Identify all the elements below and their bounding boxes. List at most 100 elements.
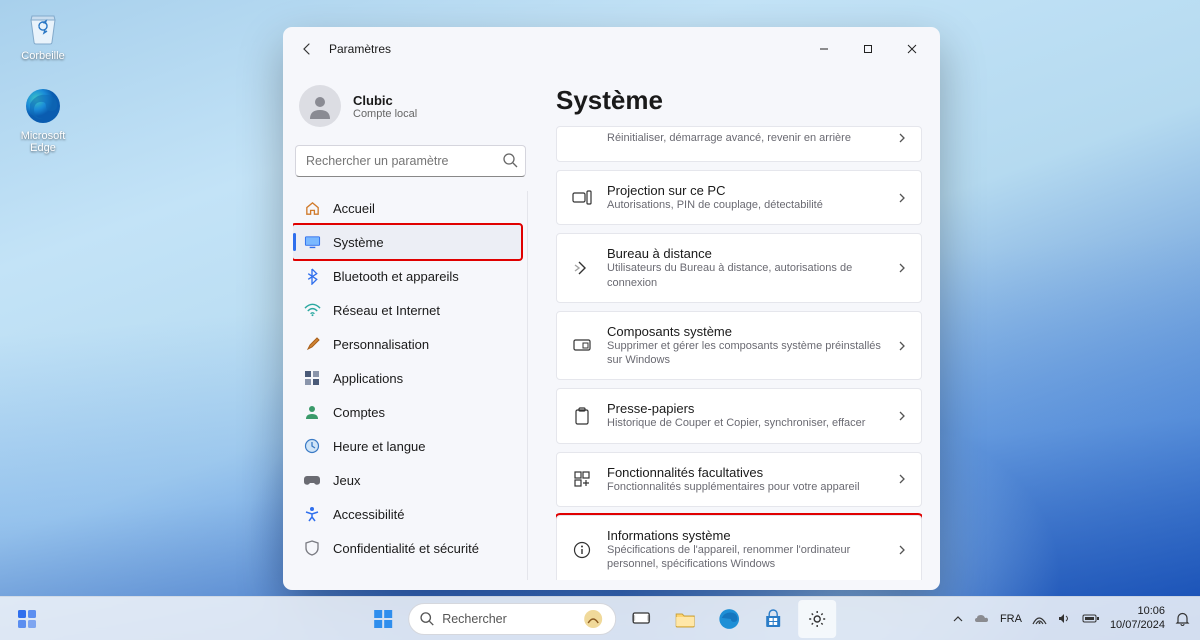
settings-card-project[interactable]: Projection sur ce PCAutorisations, PIN d… bbox=[556, 170, 922, 225]
nav-item-home[interactable]: Accueil bbox=[293, 191, 521, 225]
nav-item-label: Jeux bbox=[333, 473, 360, 488]
taskbar: Rechercher FRA 10:06 10/07/2024 bbox=[0, 596, 1200, 640]
recycle-bin-icon bbox=[23, 6, 63, 46]
apps-icon bbox=[303, 369, 321, 387]
tray-network-icon[interactable] bbox=[1032, 612, 1047, 625]
chevron-right-icon bbox=[897, 409, 907, 423]
wifi-icon bbox=[303, 301, 321, 319]
minimize-button[interactable] bbox=[802, 33, 846, 65]
tray-date: 10/07/2024 bbox=[1110, 619, 1165, 632]
chevron-right-icon bbox=[897, 339, 907, 353]
settings-card-clipboard[interactable]: Presse-papiersHistorique de Couper et Co… bbox=[556, 388, 922, 443]
optional-icon bbox=[571, 468, 593, 490]
nav-item-accessibility[interactable]: Accessibilité bbox=[293, 497, 521, 531]
chevron-right-icon bbox=[897, 472, 907, 486]
nav-item-label: Accueil bbox=[333, 201, 375, 216]
games-icon bbox=[303, 471, 321, 489]
chevron-right-icon bbox=[897, 543, 907, 557]
card-title: Informations système bbox=[607, 528, 883, 543]
nav-item-brush[interactable]: Personnalisation bbox=[293, 327, 521, 361]
bluetooth-icon bbox=[303, 267, 321, 285]
settings-card-remote[interactable]: Bureau à distanceUtilisateurs du Bureau … bbox=[556, 233, 922, 303]
user-account-row[interactable]: Clubic Compte local bbox=[293, 79, 528, 141]
info-icon bbox=[571, 539, 593, 561]
explorer-button[interactable] bbox=[666, 600, 704, 638]
account-icon bbox=[303, 403, 321, 421]
task-view-button[interactable] bbox=[622, 600, 660, 638]
nav-item-games[interactable]: Jeux bbox=[293, 463, 521, 497]
user-name: Clubic bbox=[353, 93, 417, 108]
main-content: Système Réinitialiser, démarrage avancé,… bbox=[538, 71, 940, 590]
search-input[interactable] bbox=[295, 145, 526, 177]
tray-volume-icon[interactable] bbox=[1057, 612, 1072, 625]
close-button[interactable] bbox=[890, 33, 934, 65]
nav-item-label: Comptes bbox=[333, 405, 385, 420]
page-title: Système bbox=[556, 71, 922, 126]
widgets-button[interactable] bbox=[10, 602, 44, 636]
nav-item-label: Bluetooth et appareils bbox=[333, 269, 459, 284]
taskbar-search[interactable]: Rechercher bbox=[408, 603, 616, 635]
settings-card-recovery[interactable]: Réinitialiser, démarrage avancé, revenir… bbox=[556, 126, 922, 162]
nav-item-label: Applications bbox=[333, 371, 403, 386]
card-title: Projection sur ce PC bbox=[607, 183, 883, 198]
nav-item-bluetooth[interactable]: Bluetooth et appareils bbox=[293, 259, 521, 293]
card-subtitle: Utilisateurs du Bureau à distance, autor… bbox=[607, 261, 883, 290]
settings-taskbar-button[interactable] bbox=[798, 600, 836, 638]
edge-taskbar-button[interactable] bbox=[710, 600, 748, 638]
card-title: Composants système bbox=[607, 324, 883, 339]
nav-item-label: Accessibilité bbox=[333, 507, 405, 522]
taskbar-search-placeholder: Rechercher bbox=[442, 612, 507, 626]
components-icon bbox=[571, 335, 593, 357]
card-subtitle: Spécifications de l'appareil, renommer l… bbox=[607, 543, 883, 572]
nav-item-label: Heure et langue bbox=[333, 439, 426, 454]
card-title: Bureau à distance bbox=[607, 246, 883, 261]
privacy-icon bbox=[303, 539, 321, 557]
start-button[interactable] bbox=[364, 600, 402, 638]
edge-icon bbox=[23, 86, 63, 126]
user-subtitle: Compte local bbox=[353, 108, 417, 120]
search-icon bbox=[502, 152, 518, 168]
card-title: Fonctionnalités facultatives bbox=[607, 465, 883, 480]
maximize-button[interactable] bbox=[846, 33, 890, 65]
chevron-right-icon bbox=[897, 261, 907, 275]
accessibility-icon bbox=[303, 505, 321, 523]
search-icon bbox=[419, 611, 434, 626]
nav-item-apps[interactable]: Applications bbox=[293, 361, 521, 395]
settings-card-info[interactable]: Informations systèmeSpécifications de l'… bbox=[556, 515, 922, 580]
desktop-icon-label: Corbeille bbox=[8, 50, 78, 62]
home-icon bbox=[303, 199, 321, 217]
remote-icon bbox=[571, 257, 593, 279]
tray-battery-icon[interactable] bbox=[1082, 613, 1100, 624]
card-subtitle: Autorisations, PIN de couplage, détectab… bbox=[607, 198, 883, 212]
nav-item-account[interactable]: Comptes bbox=[293, 395, 521, 429]
nav-item-system[interactable]: Système bbox=[293, 225, 521, 259]
desktop-recycle-bin[interactable]: Corbeille bbox=[8, 6, 78, 62]
time-icon bbox=[303, 437, 321, 455]
tray-language[interactable]: FRA bbox=[1000, 613, 1022, 625]
card-subtitle: Supprimer et gérer les composants systèm… bbox=[607, 339, 883, 368]
card-subtitle: Réinitialiser, démarrage avancé, revenir… bbox=[607, 131, 883, 145]
nav-item-wifi[interactable]: Réseau et Internet bbox=[293, 293, 521, 327]
tray-time: 10:06 bbox=[1110, 605, 1165, 618]
nav-item-privacy[interactable]: Confidentialité et sécurité bbox=[293, 531, 521, 565]
chevron-right-icon bbox=[897, 191, 907, 205]
window-title: Paramètres bbox=[329, 42, 391, 56]
sidebar: Clubic Compte local Accueil Système Blueto… bbox=[283, 71, 538, 590]
tray-chevron-icon[interactable] bbox=[952, 613, 964, 625]
tray-onedrive-icon[interactable] bbox=[974, 613, 990, 625]
desktop-icon-label: Microsoft Edge bbox=[8, 130, 78, 154]
nav-item-label: Personnalisation bbox=[333, 337, 429, 352]
back-button[interactable] bbox=[289, 31, 325, 67]
card-subtitle: Fonctionnalités supplémentaires pour vot… bbox=[607, 480, 883, 494]
tray-clock[interactable]: 10:06 10/07/2024 bbox=[1110, 605, 1165, 631]
settings-card-optional[interactable]: Fonctionnalités facultativesFonctionnali… bbox=[556, 452, 922, 507]
card-subtitle: Historique de Couper et Copier, synchron… bbox=[607, 416, 883, 430]
store-button[interactable] bbox=[754, 600, 792, 638]
tray-notifications-icon[interactable] bbox=[1175, 611, 1190, 626]
avatar bbox=[299, 85, 341, 127]
chevron-right-icon bbox=[897, 131, 907, 145]
desktop-edge[interactable]: Microsoft Edge bbox=[8, 86, 78, 154]
nav-list: Accueil Système Bluetooth et appareils Rése… bbox=[293, 191, 528, 580]
nav-item-time[interactable]: Heure et langue bbox=[293, 429, 521, 463]
settings-card-components[interactable]: Composants systèmeSupprimer et gérer les… bbox=[556, 311, 922, 381]
